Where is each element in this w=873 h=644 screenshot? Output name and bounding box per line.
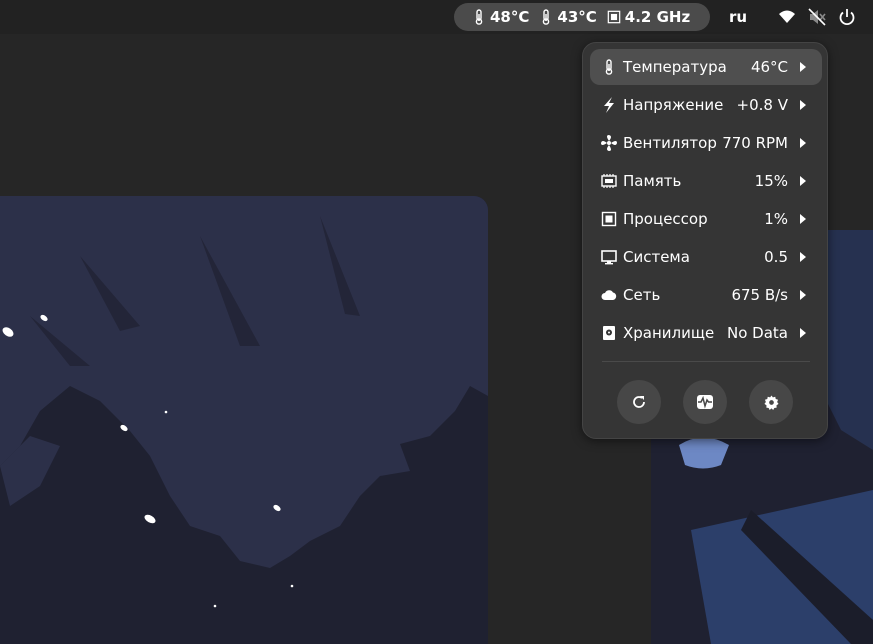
top-bar: 48°C 43°C 4.2 GHz ru	[0, 0, 873, 34]
system-monitor-icon	[697, 395, 713, 409]
submenu-arrow-icon	[800, 290, 806, 300]
sensors-menu: Температура 46°C Напряжение +0.8 V Венти…	[582, 42, 828, 439]
menu-item-label: Напряжение	[623, 96, 724, 114]
memory-icon	[601, 173, 617, 189]
cpu-icon	[601, 211, 617, 227]
sensor-temp-2: 43°C	[539, 8, 597, 26]
menu-item-fan[interactable]: Вентилятор 770 RPM	[590, 125, 822, 161]
submenu-arrow-icon	[800, 328, 806, 338]
settings-button[interactable]	[749, 380, 793, 424]
keyboard-layout-indicator[interactable]: ru	[729, 8, 747, 26]
sensor-frequency-value: 4.2 GHz	[624, 8, 691, 26]
submenu-arrow-icon	[800, 62, 806, 72]
menu-item-label: Вентилятор	[623, 134, 717, 152]
fan-icon	[601, 135, 617, 151]
system-monitor-button[interactable]	[683, 380, 727, 424]
sensor-temp-2-value: 43°C	[557, 8, 597, 26]
settings-icon	[763, 394, 779, 410]
storage-icon	[601, 325, 617, 341]
refresh-button[interactable]	[617, 380, 661, 424]
menu-separator	[602, 361, 810, 362]
menu-item-label: Сеть	[623, 286, 661, 304]
submenu-arrow-icon	[800, 252, 806, 262]
menu-item-value: +0.8 V	[736, 96, 788, 114]
menu-item-label: Температура	[623, 58, 727, 76]
submenu-arrow-icon	[800, 100, 806, 110]
menu-item-value: 15%	[754, 172, 788, 190]
menu-item-value: 770 RPM	[722, 134, 788, 152]
sensor-temp-1-value: 48°C	[490, 8, 530, 26]
window-preview-left[interactable]	[0, 196, 488, 644]
lightning-icon	[601, 97, 617, 113]
thermometer-icon	[475, 9, 483, 25]
menu-item-value: 675 B/s	[731, 286, 788, 304]
menu-item-label: Процессор	[623, 210, 708, 228]
menu-item-network[interactable]: Сеть 675 B/s	[590, 277, 822, 313]
submenu-arrow-icon	[800, 214, 806, 224]
menu-item-label: Система	[623, 248, 690, 266]
cpu-icon	[607, 10, 621, 24]
wallpaper-art	[0, 196, 488, 644]
power-icon	[838, 8, 856, 26]
menu-item-value: 0.5	[764, 248, 788, 266]
menu-item-memory[interactable]: Память 15%	[590, 163, 822, 199]
monitor-icon	[601, 249, 617, 265]
cloud-icon	[601, 287, 617, 303]
thermometer-icon	[601, 59, 617, 75]
submenu-arrow-icon	[800, 176, 806, 186]
sensor-temp-1: 48°C	[472, 8, 529, 26]
muted-speaker-icon	[808, 8, 826, 26]
wifi-icon	[778, 8, 796, 26]
menu-item-value: No Data	[727, 324, 788, 342]
menu-item-system[interactable]: Система 0.5	[590, 239, 822, 275]
submenu-arrow-icon	[800, 138, 806, 148]
menu-item-voltage[interactable]: Напряжение +0.8 V	[590, 87, 822, 123]
sensor-frequency: 4.2 GHz	[607, 8, 690, 26]
menu-item-processor[interactable]: Процессор 1%	[590, 201, 822, 237]
system-status-area[interactable]	[778, 8, 856, 26]
thermometer-icon	[543, 9, 550, 25]
menu-item-label: Хранилище	[623, 324, 715, 342]
menu-item-value: 46°C	[750, 58, 788, 76]
sensor-indicator[interactable]: 48°C 43°C 4.2 GHz	[454, 3, 710, 31]
menu-item-temperature[interactable]: Температура 46°C	[590, 49, 822, 85]
menu-item-label: Память	[623, 172, 682, 190]
menu-item-storage[interactable]: Хранилище No Data	[590, 315, 822, 351]
refresh-icon	[633, 396, 645, 408]
menu-item-value: 1%	[764, 210, 788, 228]
